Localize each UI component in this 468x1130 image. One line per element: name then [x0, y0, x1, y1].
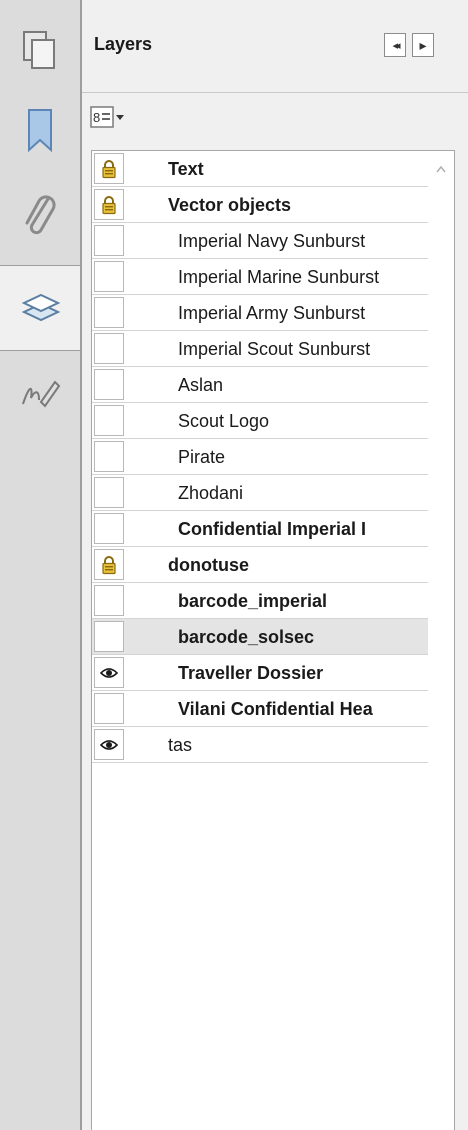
pages-icon: [23, 31, 55, 69]
layer-label: Aslan: [178, 375, 224, 395]
double-chevron-left-icon: ◂◂: [392, 39, 400, 52]
layer-label: Confidential Imperial I: [178, 519, 367, 539]
layer-visibility-toggle[interactable]: [94, 153, 124, 184]
layer-label: Pirate: [178, 447, 226, 467]
layer-visibility-toggle[interactable]: [94, 189, 124, 220]
layer-visibility-toggle[interactable]: [94, 225, 124, 256]
attachments-tab[interactable]: [0, 180, 80, 250]
chevron-down-icon: [116, 115, 124, 120]
layer-visibility-toggle[interactable]: [94, 369, 124, 400]
expand-panel-button[interactable]: ▸: [412, 33, 434, 57]
panel-title: Layers: [94, 34, 153, 54]
layer-visibility-toggle[interactable]: [94, 441, 124, 472]
scroll-up-button[interactable]: [428, 151, 454, 187]
layer-row[interactable]: Confidential Imperial I: [92, 511, 454, 547]
collapse-panel-button[interactable]: ◂◂: [384, 33, 406, 57]
layers-icon: [21, 293, 61, 322]
layer-label: barcode_imperial: [178, 591, 328, 611]
layer-row[interactable]: Aslan: [92, 367, 454, 403]
layer-row[interactable]: tas: [92, 727, 454, 763]
layer-label: donotuse: [168, 555, 249, 575]
navigation-tab-strip: [0, 0, 82, 1130]
bookmark-icon: [28, 109, 52, 153]
chevron-up-icon: [436, 165, 446, 173]
panel-header: Layers ◂◂ ▸: [82, 0, 468, 90]
layer-row[interactable]: Traveller Dossier: [92, 655, 454, 691]
layer-visibility-toggle[interactable]: [94, 585, 124, 616]
layer-row[interactable]: Vilani Confidential Hea: [92, 691, 454, 727]
layer-row[interactable]: Scout Logo: [92, 403, 454, 439]
layer-label: Text: [168, 159, 204, 179]
layer-row[interactable]: barcode_imperial: [92, 583, 454, 619]
vertical-scrollbar[interactable]: [428, 151, 454, 1130]
layer-label: Scout Logo: [178, 411, 270, 431]
layer-label: Traveller Dossier: [178, 663, 324, 683]
layer-row[interactable]: Zhodani: [92, 475, 454, 511]
strip-divider: [80, 0, 82, 1130]
layer-visibility-toggle[interactable]: [94, 261, 124, 292]
layer-label: Vilani Confidential Hea: [178, 699, 373, 719]
chevron-right-icon: ▸: [419, 36, 427, 53]
layer-row[interactable]: Imperial Navy Sunburst: [92, 223, 454, 259]
layer-label: barcode_solsec: [178, 627, 315, 647]
layer-row[interactable]: donotuse: [92, 547, 454, 583]
bookmarks-tab[interactable]: [0, 100, 80, 160]
signature-icon: [22, 380, 61, 408]
layer-label: Imperial Army Sunburst: [178, 303, 366, 323]
layer-label: Zhodani: [178, 483, 244, 503]
layer-row[interactable]: Text: [92, 151, 454, 187]
layer-row[interactable]: barcode_solsec: [92, 619, 454, 655]
layer-visibility-toggle[interactable]: [94, 549, 124, 580]
layer-row[interactable]: Imperial Marine Sunburst: [92, 259, 454, 295]
options-list-icon: 8: [90, 106, 114, 128]
options-menu-button[interactable]: 8: [90, 104, 140, 130]
layers-list: Text Vector objects Imperial Navy Sunburs…: [91, 150, 455, 1130]
layer-row[interactable]: Imperial Army Sunburst: [92, 295, 454, 331]
layer-visibility-toggle[interactable]: [94, 621, 124, 652]
layer-label: Vector objects: [168, 195, 292, 215]
header-divider: [82, 92, 468, 93]
signatures-tab[interactable]: [0, 365, 80, 421]
layer-visibility-toggle[interactable]: [94, 405, 124, 436]
layer-visibility-toggle[interactable]: [94, 729, 124, 760]
layer-row[interactable]: Pirate: [92, 439, 454, 475]
layer-label: Imperial Scout Sunburst: [178, 339, 371, 359]
paperclip-icon: [25, 195, 56, 235]
layer-label: tas: [168, 735, 193, 755]
pages-tab[interactable]: [0, 20, 80, 80]
layer-visibility-toggle[interactable]: [94, 333, 124, 364]
lock-icon: [102, 159, 116, 178]
layer-visibility-toggle[interactable]: [94, 693, 124, 724]
layer-row[interactable]: Imperial Scout Sunburst: [92, 331, 454, 367]
lock-icon: [102, 555, 116, 574]
layer-label: Imperial Marine Sunburst: [178, 267, 380, 287]
layer-visibility-toggle[interactable]: [94, 477, 124, 508]
eye-icon: [100, 667, 118, 678]
layer-label: Imperial Navy Sunburst: [178, 231, 366, 251]
lock-icon: [102, 195, 116, 214]
layer-row[interactable]: Vector objects: [92, 187, 454, 223]
layer-visibility-toggle[interactable]: [94, 297, 124, 328]
svg-text:8: 8: [93, 110, 100, 125]
layer-visibility-toggle[interactable]: [94, 513, 124, 544]
eye-icon: [100, 739, 118, 750]
layers-tab[interactable]: [0, 265, 82, 351]
layer-visibility-toggle[interactable]: [94, 657, 124, 688]
